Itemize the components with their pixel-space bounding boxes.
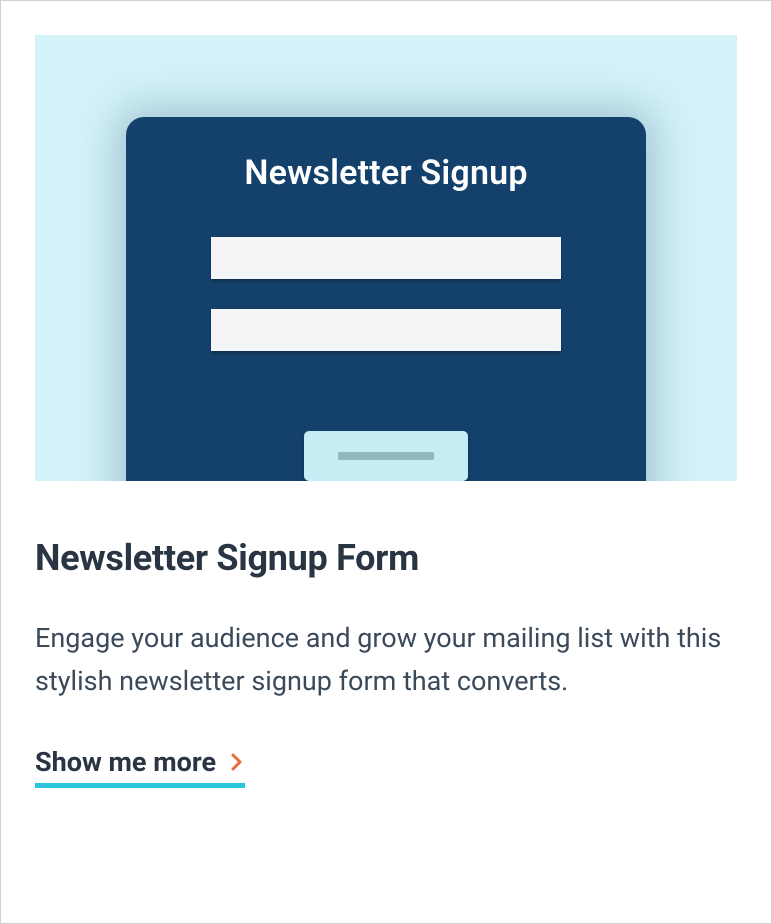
card-title: Newsletter Signup Form (35, 537, 737, 579)
form-mockup-button-label (338, 452, 434, 460)
cta-label: Show me more (35, 746, 216, 778)
form-mockup-panel: Newsletter Signup (126, 117, 646, 481)
thumbnail-preview: Newsletter Signup (35, 35, 737, 481)
card-description: Engage your audience and grow your maili… (35, 617, 737, 702)
card-content: Newsletter Signup Form Engage your audie… (1, 481, 771, 828)
chevron-right-icon (230, 752, 244, 772)
show-more-link[interactable]: Show me more (35, 746, 244, 788)
cta-underline (35, 783, 245, 788)
form-mockup-input-2 (211, 309, 561, 351)
form-mockup-button (304, 431, 468, 481)
template-card: Newsletter Signup Newsletter Signup Form… (0, 0, 772, 924)
form-mockup-title: Newsletter Signup (244, 153, 527, 193)
form-mockup-input-1 (211, 237, 561, 279)
